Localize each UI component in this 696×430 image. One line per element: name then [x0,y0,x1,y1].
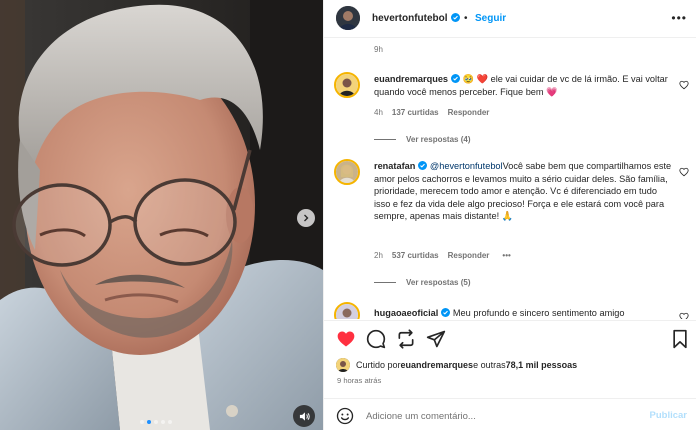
view-replies-button[interactable]: Ver respostas (4) [374,135,470,144]
paper-plane-icon[interactable] [426,329,446,349]
separator-dot: • [464,13,468,24]
commenter-avatar[interactable] [334,302,360,319]
emoji-lead: 🥹 ❤️ [462,74,489,84]
author-username-text[interactable]: hevertonfutebol [372,13,448,24]
like-comment-heart-icon[interactable] [679,167,689,177]
smiley-icon[interactable] [336,407,354,425]
comment-time: 2h [374,251,383,260]
like-comment-heart-icon[interactable] [679,312,689,319]
likes-middle: e outras [473,360,506,370]
liker-avatar[interactable] [336,358,350,372]
commenter-username[interactable]: renatafan [374,161,415,171]
caption-time: 9h [374,45,383,54]
emoji-tail: 💗 [546,86,558,97]
comment-likes-count[interactable]: 537 curtidas [392,251,439,260]
more-options-button[interactable]: ••• [671,11,687,25]
likes-summary: Curtido por euandremarques e outras 78,1… [336,358,577,372]
follow-button[interactable]: Seguir [475,13,506,24]
comment-input[interactable] [366,407,636,425]
liker-username[interactable]: euandremarques [401,360,474,370]
comment-time: 4h [374,108,383,117]
comment-bubble-icon[interactable] [366,329,386,349]
comment-meta: 2h 537 curtidas Responder ••• [374,251,511,260]
like-comment-heart-icon[interactable] [679,80,689,90]
verified-badge-icon [418,161,428,170]
verified-badge-icon [450,13,460,22]
comment-text: euandremarques 🥹 ❤️ ele vai cuidar de vc… [374,73,674,98]
reply-button[interactable]: Responder [448,251,490,260]
replies-divider-line [374,282,396,283]
post-details-panel: hevertonfutebol • Seguir ••• 9h euandrem… [323,0,696,430]
likes-count-link[interactable]: 78,1 mil pessoas [506,360,578,370]
verified-badge-icon [441,308,451,317]
post-actions-bar [324,320,696,356]
post-header: hevertonfutebol • Seguir ••• [324,0,696,38]
comments-list[interactable]: 9h euandremarques 🥹 ❤️ ele vai cuidar de… [324,38,696,319]
view-replies-label[interactable]: Ver respostas (5) [406,278,470,287]
carousel-dot [168,420,172,424]
comment-text: hugaoaeoficial Meu profundo e sincero se… [374,307,674,319]
emoji-tail: 🙏 [501,211,514,222]
post-photo [0,0,323,430]
commenter-avatar[interactable] [334,159,360,185]
view-replies-button[interactable]: Ver respostas (5) [374,278,470,287]
commenter-avatar[interactable] [334,72,360,98]
man-wearing-glasses-photo [0,0,323,430]
verified-badge-icon [451,74,461,83]
author-avatar[interactable] [336,6,360,30]
chevron-right-icon [304,214,309,222]
carousel-dot [161,420,165,424]
speaker-icon [299,411,310,421]
post-timestamp[interactable]: 9 horas atrás [337,376,381,385]
publish-button[interactable]: Publicar [650,410,688,421]
carousel-dot [154,420,158,424]
comment-message: Você sabe bem que compartilhamos este am… [374,161,672,222]
author-username[interactable]: hevertonfutebol [372,13,460,24]
reply-button[interactable]: Responder [448,108,490,117]
comment-message: Meu profundo e sincero sentimento amigo [452,308,625,318]
sound-toggle-button[interactable] [293,405,315,427]
repost-icon[interactable] [396,329,416,349]
view-replies-label[interactable]: Ver respostas (4) [406,135,470,144]
commenter-username[interactable]: euandremarques [374,74,448,84]
comment-meta: 4h 137 curtidas Responder [374,108,489,117]
replies-divider-line [374,139,396,140]
carousel-next-button[interactable] [297,209,315,227]
mention-link[interactable]: @hevertonfutebol [430,161,503,171]
carousel-indicator [140,420,172,424]
carousel-dot [140,420,144,424]
comment-options-button[interactable]: ••• [502,251,510,260]
heart-filled-icon[interactable] [336,329,356,349]
bookmark-icon[interactable] [670,329,690,349]
comment-likes-count[interactable]: 137 curtidas [392,108,439,117]
add-comment-bar: Publicar [324,398,696,430]
likes-prefix: Curtido por [356,360,401,370]
comment-text: renatafan @hevertonfutebolVocê sabe bem … [374,160,674,223]
carousel-dot [147,420,151,424]
commenter-username[interactable]: hugaoaeoficial [374,308,438,318]
